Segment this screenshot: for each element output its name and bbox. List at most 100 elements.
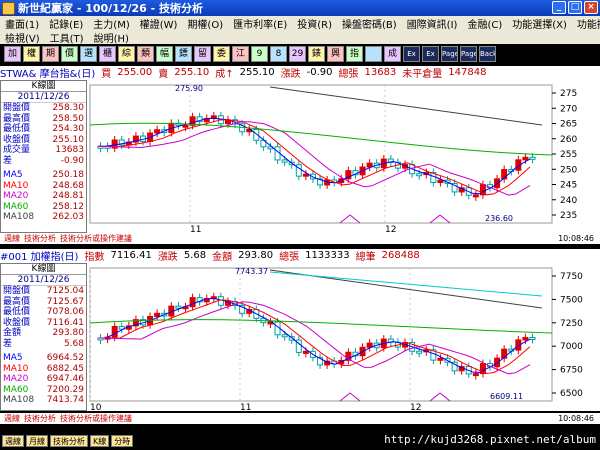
candle-body xyxy=(529,156,536,160)
footer-tab[interactable]: 技術分析或操作建議 xyxy=(60,413,132,424)
header-field: -0.90 xyxy=(306,67,333,78)
toolbar-button-14[interactable]: 8 xyxy=(270,46,287,62)
toolbar-button-5[interactable]: 櫃 xyxy=(99,46,116,62)
toolbar-button-15[interactable]: 29 xyxy=(289,46,306,62)
quote-label: 收盤價 xyxy=(3,134,31,145)
toolbar-button-20[interactable]: 成 xyxy=(384,46,401,62)
toolbar-button-16[interactable]: 錶 xyxy=(308,46,325,62)
toolbar-button-22[interactable]: Ex xyxy=(422,46,439,62)
toolbar-button-11[interactable]: 委 xyxy=(213,46,230,62)
ma-row: MA60 258.12 xyxy=(1,202,86,213)
toolbar-button-0[interactable]: 加 xyxy=(4,46,21,62)
header-field: 1133333 xyxy=(305,250,350,261)
panel1-chart-area: 275 270 265 260 255 250 245 240 235 11 12 275.90 236… xyxy=(0,79,600,235)
candle-body xyxy=(416,173,423,177)
menu-item-menu1-10[interactable]: 功能選擇(X) xyxy=(507,16,572,31)
app-icon xyxy=(2,1,15,15)
footer-tab[interactable]: 週線 xyxy=(4,233,20,244)
quote-value: 255.10 xyxy=(52,134,85,145)
ma-value: 250.18 xyxy=(52,170,85,180)
title-bar: 新世紀贏家 - 100/12/26 - 技術分析 _ □ × xyxy=(0,0,600,16)
quote-label: 差 xyxy=(3,338,13,349)
toolbar-button-7[interactable]: 類 xyxy=(137,46,154,62)
toolbar-button-8[interactable]: 幅 xyxy=(156,46,173,62)
maximize-button[interactable]: □ xyxy=(568,1,582,14)
menu-item-menu2-2[interactable]: 說明(H) xyxy=(89,30,134,45)
header-field: 指數 xyxy=(84,252,105,263)
menu-item-menu1-8[interactable]: 國際資訊(I) xyxy=(402,16,463,31)
status-button-1[interactable]: 月線 xyxy=(26,435,48,447)
status-button-3[interactable]: K線 xyxy=(90,435,110,447)
menu-item-menu1-6[interactable]: 投資(R) xyxy=(292,16,337,31)
toolbar-button-6[interactable]: 綜 xyxy=(118,46,135,62)
menu-item-menu1-5[interactable]: 匯市利率(E) xyxy=(228,16,292,31)
header-field: 255.10 xyxy=(239,67,275,78)
quote-value: 254.30 xyxy=(52,124,85,134)
header-field: 268488 xyxy=(381,250,420,261)
status-button-0[interactable]: 週線 xyxy=(2,435,24,447)
toolbar-button-25[interactable]: Back xyxy=(479,46,496,62)
toolbar-button-18[interactable]: 指 xyxy=(346,46,363,62)
ma-label: MA20 xyxy=(3,374,29,384)
toolbar-button-9[interactable]: 鏢 xyxy=(175,46,192,62)
ma-value: 248.68 xyxy=(52,180,85,191)
header-field: 255.00 xyxy=(117,67,153,78)
quote-label: 最高價 xyxy=(3,113,31,124)
menu-item-menu1-9[interactable]: 金融(C) xyxy=(462,16,507,31)
toolbar-button-24[interactable]: Page xyxy=(460,46,477,62)
toolbar-button-10[interactable]: 留 xyxy=(194,46,211,62)
ma-label: MA108 xyxy=(3,395,35,405)
panel2-footer: 週線 技術分析 技術分析或操作建議 10:08:46 xyxy=(0,413,600,424)
menu-item-menu2-0[interactable]: 檢視(V) xyxy=(0,30,45,45)
toolbar-button-4[interactable]: 選 xyxy=(80,46,97,62)
quote-value: 13683 xyxy=(55,145,84,155)
toolbar-button-12[interactable]: 江 xyxy=(232,46,249,62)
plot-frame xyxy=(89,267,553,402)
toolbar-button-2[interactable]: 期 xyxy=(42,46,59,62)
footer-tab[interactable]: 技術分析 xyxy=(24,233,56,244)
quote-value: 293.80 xyxy=(52,328,85,338)
menu-item-menu1-4[interactable]: 期權(O) xyxy=(182,16,228,31)
menu-item-menu1-0[interactable]: 畫面(1) xyxy=(0,16,44,31)
menu-item-menu1-3[interactable]: 權證(W) xyxy=(135,16,183,31)
toolbar-button-17[interactable]: 興 xyxy=(327,46,344,62)
status-button-2[interactable]: 技術分析 xyxy=(50,435,88,447)
ma-row: MA20 6947.46 xyxy=(1,374,86,385)
url-watermark: http://kujd3268.pixnet.net/album xyxy=(384,433,596,446)
toolbar-button-1[interactable]: 權 xyxy=(23,46,40,62)
toolbar-button-3[interactable]: 價 xyxy=(61,46,78,62)
menu-item-menu1-2[interactable]: 主力(M) xyxy=(88,16,134,31)
menu-item-menu1-7[interactable]: 操盤密碼(B) xyxy=(337,16,402,31)
panel2-chart[interactable]: 7750 7500 7250 7000 6750 6500 10 11 12 7743.37 660… xyxy=(0,262,600,413)
panel1-header: STWA& 摩台指&(日) 買 255.00 賣 255.10 成↑ 255.10 漲跌 -0.… xyxy=(0,66,600,80)
menu-item-menu1-1[interactable]: 記錄(E) xyxy=(44,16,88,31)
toolbar-button-21[interactable]: Ex xyxy=(403,46,420,62)
toolbar-button-23[interactable]: Page xyxy=(441,46,458,62)
header-field: STWA& 摩台指&(日) xyxy=(0,69,96,80)
quote-value: -0.90 xyxy=(60,155,84,166)
header-field: 5.68 xyxy=(183,250,207,261)
menu-item-menu1-11[interactable]: 功能操作(F) xyxy=(572,16,600,31)
close-button[interactable]: × xyxy=(584,1,598,14)
low-label: 236.60 xyxy=(485,214,513,223)
x-tick-label: 11 xyxy=(190,225,201,233)
candle-body xyxy=(472,373,479,377)
plot-frame xyxy=(89,84,553,224)
toolbar-button-19[interactable] xyxy=(365,46,382,62)
toolbar-button-13[interactable]: 9 xyxy=(251,46,268,62)
header-field: 買 xyxy=(101,69,112,80)
panel1-chart[interactable]: 275 270 265 260 255 250 245 240 235 11 12 275.90 236… xyxy=(0,79,600,235)
footer-tab[interactable]: 週線 xyxy=(4,413,20,424)
menu-item-menu2-1[interactable]: 工具(T) xyxy=(45,30,89,45)
footer-tab[interactable]: 技術分析 xyxy=(24,413,56,424)
menu-bar-primary: 畫面(1) 記錄(E) 主力(M) 權證(W) 期權(O) 匯市利率(E) 投資(R) 操盤密… xyxy=(0,16,600,31)
footer-tab[interactable]: 技術分析或操作建議 xyxy=(60,233,132,244)
minimize-button[interactable]: _ xyxy=(552,1,566,14)
quote-row: 開盤價 7125.04 xyxy=(1,286,86,297)
high-label: 275.90 xyxy=(175,84,203,93)
status-button-4[interactable]: 分時 xyxy=(111,435,134,447)
header-field: 漲跌 xyxy=(280,69,301,80)
clock: 10:08:46 xyxy=(558,234,594,243)
ma-row: MA5 6964.52 xyxy=(1,353,86,364)
quote-row: 金額 293.80 xyxy=(1,328,86,339)
